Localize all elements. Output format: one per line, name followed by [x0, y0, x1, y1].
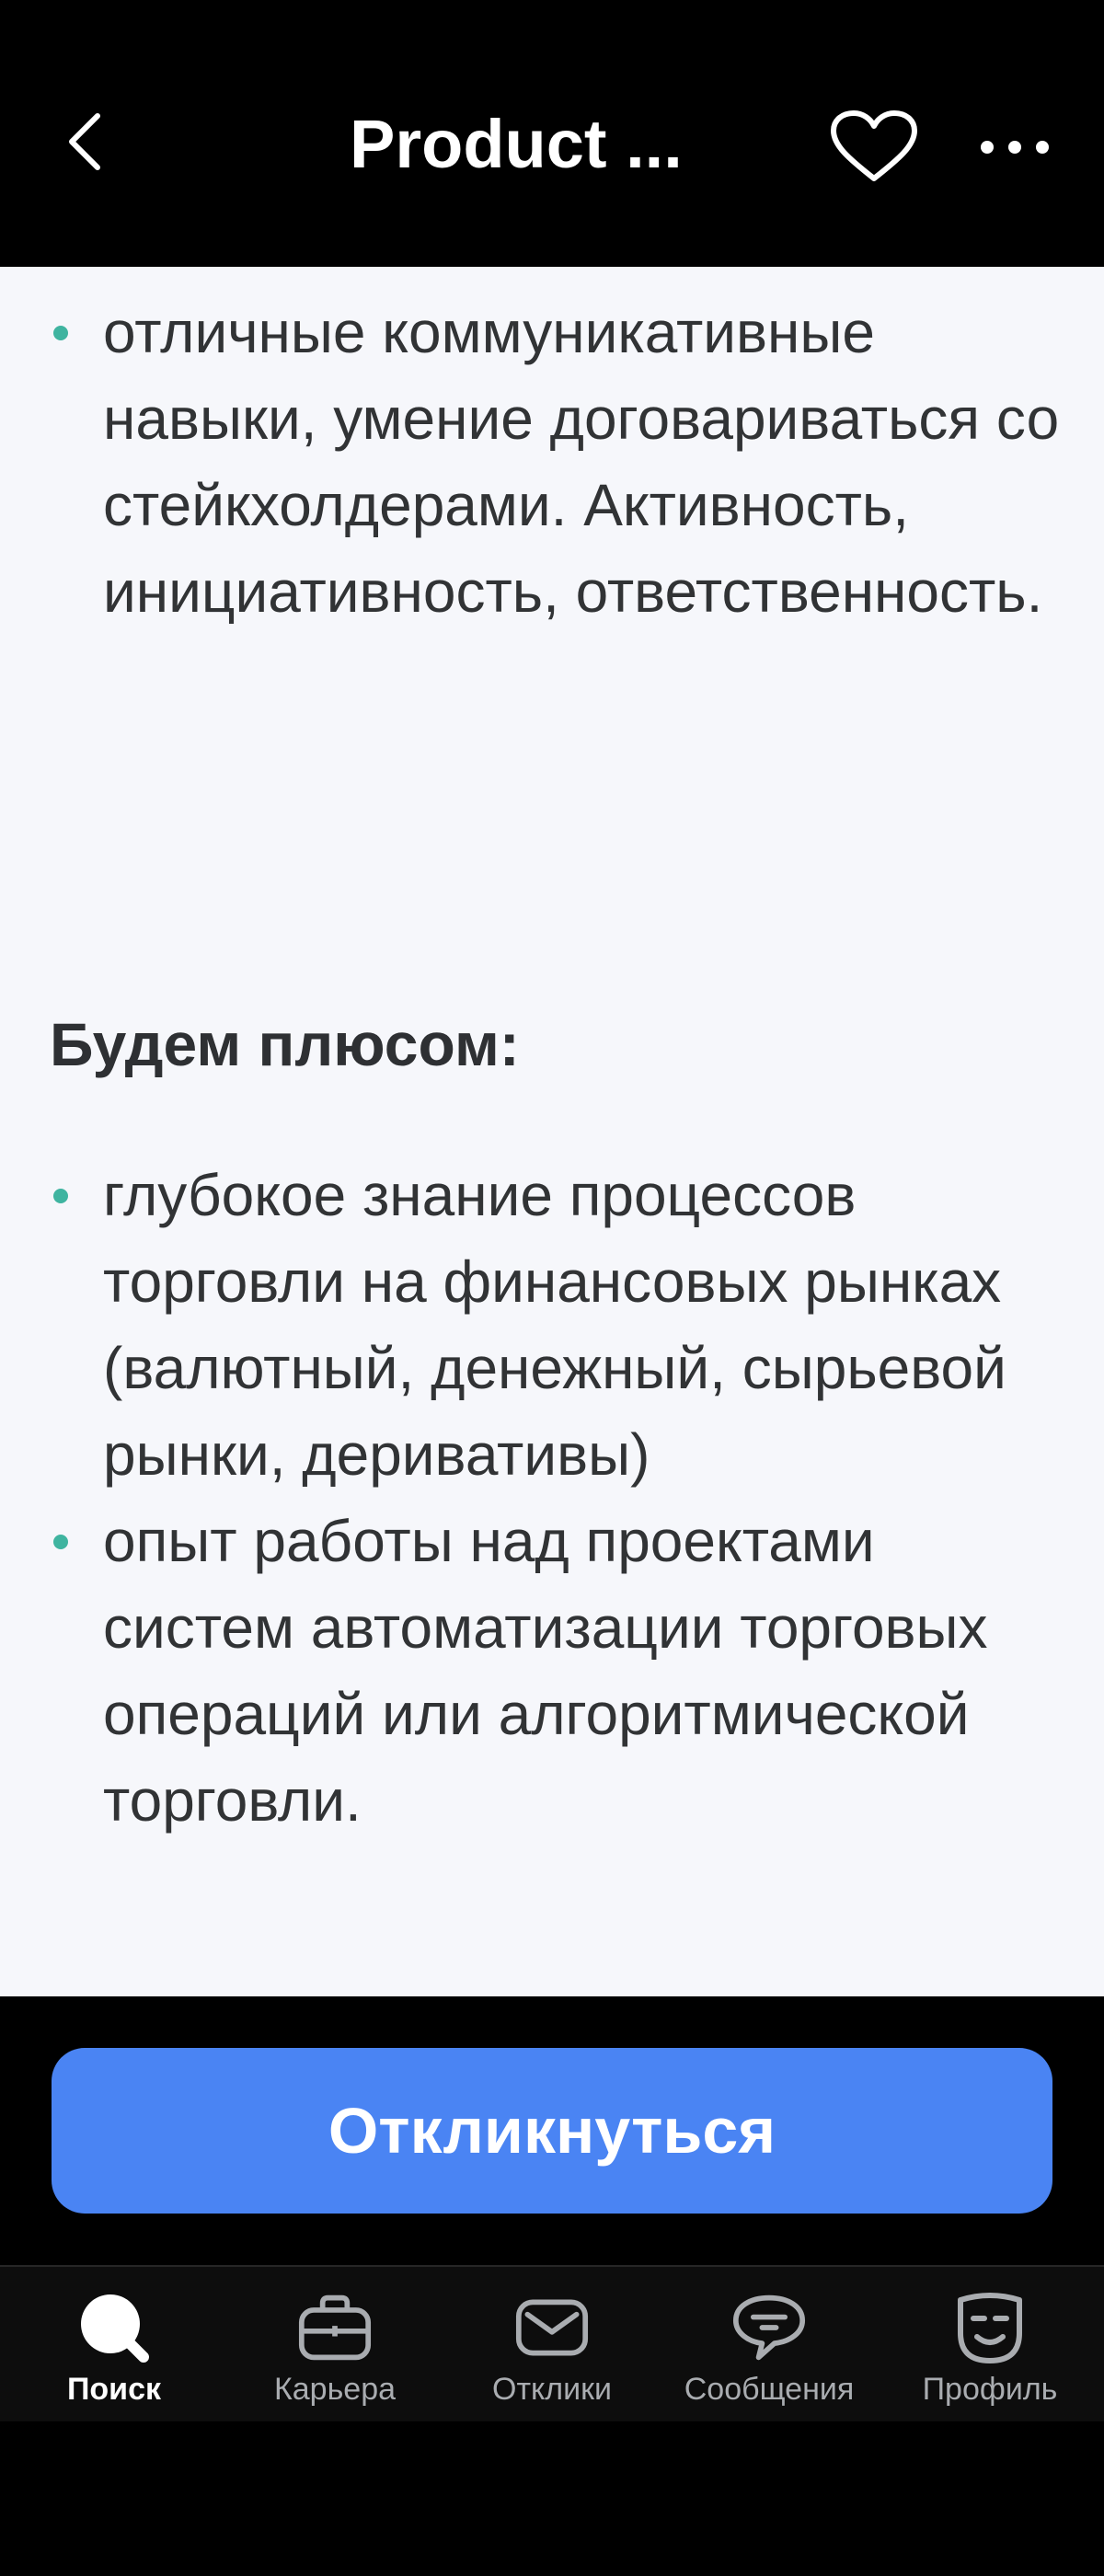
list-item-text: опыт работы над проектами систем автомат…: [103, 1508, 988, 1834]
bullet-dot: [53, 1535, 68, 1549]
search-icon: [77, 2291, 151, 2364]
list-item-text: глубокое знание процессов торговли на фи…: [103, 1162, 1006, 1488]
list-item: опыт работы над проектами систем автомат…: [0, 1498, 1104, 1844]
envelope-icon: [515, 2291, 589, 2364]
more-horizontal-icon: [981, 141, 1049, 154]
nav-item-responses[interactable]: Отклики: [442, 2267, 662, 2423]
list-item: глубокое знание процессов торговли на фи…: [0, 1152, 1104, 1498]
bullet-dot: [53, 326, 68, 340]
nav-item-messages[interactable]: Сообщения: [659, 2267, 880, 2423]
back-button[interactable]: [52, 109, 118, 175]
heart-outline-icon: [831, 110, 917, 181]
nav-item-career[interactable]: Карьера: [224, 2267, 445, 2423]
nav-label: Карьера: [273, 2372, 397, 2407]
vacancy-description: отличные коммуникативные навыки, умение …: [0, 267, 1104, 1996]
section-title: Будем плюсом:: [50, 1010, 520, 1078]
list-item: отличные коммуникативные навыки, умение …: [0, 289, 1104, 635]
nav-label: Профиль: [922, 2372, 1058, 2407]
nav-label: Сообщения: [684, 2372, 855, 2407]
nav-label: Отклики: [492, 2372, 612, 2407]
list-item-text: отличные коммуникативные навыки, умение …: [103, 299, 1060, 625]
bottom-navigation: Поиск Карьера Отклики Сообщения Профиль: [0, 2265, 1104, 2423]
briefcase-icon: [298, 2291, 372, 2364]
nav-item-search[interactable]: Поиск: [4, 2267, 224, 2423]
bonus-skills-list: глубокое знание процессов торговли на фи…: [0, 1152, 1104, 1844]
page-title: Product ...: [350, 106, 683, 182]
bullet-dot: [53, 1189, 68, 1203]
favorite-button[interactable]: [828, 110, 920, 184]
system-gesture-area: [0, 2421, 1104, 2576]
apply-footer: Откликнуться: [0, 1996, 1104, 2265]
nav-label: Поиск: [66, 2372, 162, 2407]
more-button[interactable]: [973, 120, 1056, 175]
apply-button[interactable]: Откликнуться: [52, 2048, 1052, 2214]
profile-icon: [953, 2291, 1027, 2364]
top-app-bar: Product ...: [0, 0, 1104, 267]
nav-item-profile[interactable]: Профиль: [880, 2267, 1100, 2423]
chat-icon: [732, 2291, 806, 2364]
requirements-list: отличные коммуникативные навыки, умение …: [0, 289, 1104, 635]
chevron-left-icon: [69, 113, 100, 170]
